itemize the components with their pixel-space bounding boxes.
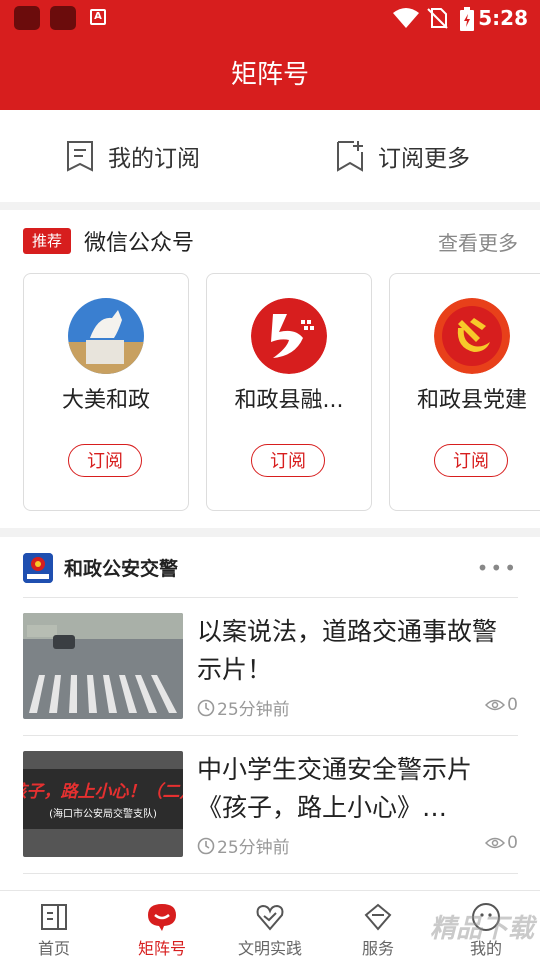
article-views-count: 0 xyxy=(507,695,518,715)
account-avatar xyxy=(68,298,144,374)
nav-label: 文明实践 xyxy=(237,939,302,958)
matrix-icon xyxy=(148,904,176,931)
clock: 5:28 xyxy=(478,6,528,30)
divider xyxy=(23,597,518,598)
app-notification-icon xyxy=(14,6,40,30)
party-emblem-icon xyxy=(434,298,510,374)
section-title: 微信公众号 xyxy=(84,231,195,256)
thumbnail-subtitle: (海口市公安局交警支队) xyxy=(49,807,157,820)
subscribe-bar: 我的订阅 订阅更多 xyxy=(0,110,540,202)
recommend-badge: 推荐 xyxy=(23,228,71,254)
police-badge-icon xyxy=(23,553,53,583)
subscribe-button[interactable]: 订阅 xyxy=(434,444,508,477)
media-logo-icon xyxy=(251,298,327,374)
document-icon xyxy=(67,141,93,172)
recommend-section: 推荐 微信公众号 查看更多 大美和政 订阅 和政县融... 订阅 和政县党建 订… xyxy=(0,210,540,528)
app-notification-icon xyxy=(50,6,76,30)
watermark: 精品下载 xyxy=(429,914,534,944)
service-icon xyxy=(364,903,392,931)
account-name: 大美和政 xyxy=(61,388,150,413)
clock-icon xyxy=(197,837,215,854)
app-header: 矩阵号 xyxy=(0,36,540,110)
page-title: 矩阵号 xyxy=(230,60,309,90)
more-options-icon[interactable]: ••• xyxy=(477,556,518,580)
nav-civilization-practice[interactable]: 文明实践 xyxy=(216,891,324,961)
status-bar: A 5:28 xyxy=(0,0,540,36)
account-card[interactable]: 和政县党建 订阅 xyxy=(389,273,540,511)
subscribe-button[interactable]: 订阅 xyxy=(68,444,142,477)
my-subscriptions-label: 我的订阅 xyxy=(108,146,200,172)
article-thumbnail: 孩子，路上小心！（二） (海口市公安局交警支队) xyxy=(23,751,183,857)
article-title: 以案说法，道路交通事故警示片！ xyxy=(197,617,498,684)
account-feed: 和政公安交警 ••• 以案说法，道路交通事故警示片！ 25分钟前 0 子，路上小… xyxy=(0,537,540,897)
subscribe-button[interactable]: 订阅 xyxy=(251,444,325,477)
article-title: 中小学生交通安全警示片《孩子，路上小心》… xyxy=(197,755,473,822)
nav-label: 矩阵号 xyxy=(137,939,186,958)
clock-icon xyxy=(197,699,215,716)
article-thumbnail xyxy=(23,613,183,719)
sheep-statue-icon xyxy=(68,298,144,374)
my-subscriptions-button[interactable]: 我的订阅 xyxy=(66,138,200,174)
subscribe-more-button[interactable]: 订阅更多 xyxy=(336,138,470,174)
nav-home[interactable]: 首页 xyxy=(0,891,108,961)
nav-label: 首页 xyxy=(37,939,70,958)
nav-service[interactable]: 服务 xyxy=(324,891,432,961)
account-name: 和政县党建 xyxy=(416,388,527,413)
article-time: 25分钟前 xyxy=(197,695,290,720)
nav-label: 服务 xyxy=(361,939,394,958)
home-icon xyxy=(41,904,67,930)
article-views: 0 xyxy=(485,833,518,853)
thumbnail-headline: 孩子，路上小心！（二） xyxy=(23,782,183,802)
no-sim-icon xyxy=(427,8,448,29)
subscribe-more-label: 订阅更多 xyxy=(378,146,470,172)
accessibility-icon: A xyxy=(90,9,106,25)
eye-icon xyxy=(485,837,506,849)
eye-icon xyxy=(485,699,506,711)
divider xyxy=(23,873,518,874)
article-views-count: 0 xyxy=(507,833,518,853)
account-card[interactable]: 大美和政 订阅 xyxy=(23,273,189,511)
wifi-icon xyxy=(393,8,419,28)
article-item[interactable]: 孩子，路上小心！（二） (海口市公安局交警支队) 中小学生交通安全警示片《孩子，… xyxy=(23,751,518,859)
article-item[interactable]: 以案说法，道路交通事故警示片！ 25分钟前 0 xyxy=(23,613,518,721)
bookmark-add-icon xyxy=(337,141,363,172)
view-more-link[interactable]: 查看更多 xyxy=(438,227,518,256)
account-avatar xyxy=(434,298,510,374)
feed-source-name[interactable]: 和政公安交警 xyxy=(64,554,178,581)
article-views: 0 xyxy=(485,695,518,715)
battery-icon xyxy=(460,7,474,31)
article-time-text: 25分钟前 xyxy=(217,838,290,858)
heart-icon xyxy=(256,904,284,931)
article-time-text: 25分钟前 xyxy=(217,700,290,720)
account-name: 和政县融... xyxy=(234,388,344,413)
article-time: 25分钟前 xyxy=(197,833,290,858)
nav-matrix[interactable]: 矩阵号 xyxy=(108,891,216,961)
account-card[interactable]: 和政县融... 订阅 xyxy=(206,273,372,511)
divider xyxy=(23,735,518,736)
account-avatar xyxy=(251,298,327,374)
